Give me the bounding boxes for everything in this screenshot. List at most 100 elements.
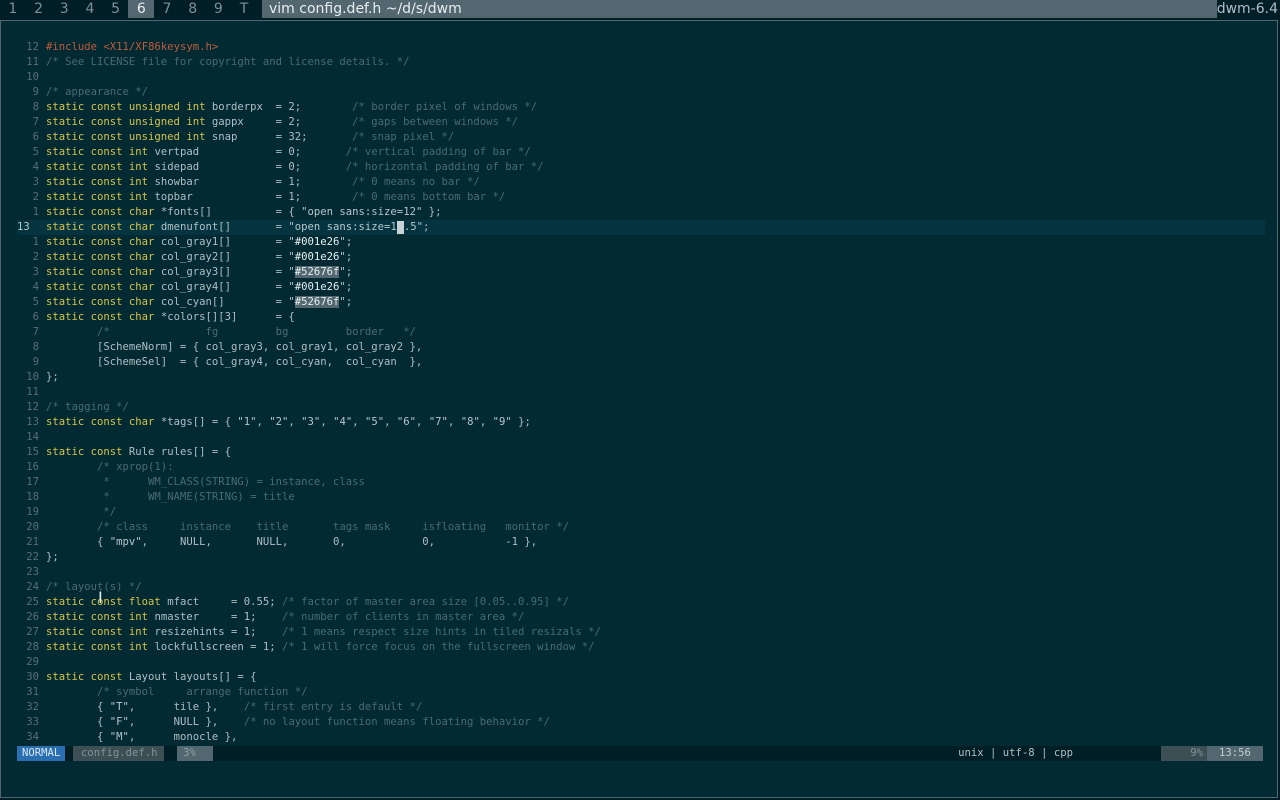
separator: | <box>990 747 997 759</box>
line-text: static const int resizehints = 1; /* 1 m… <box>46 626 601 638</box>
line-text: * WM_CLASS(STRING) = instance, class <box>46 476 365 488</box>
tag-8[interactable]: 8 <box>180 0 206 18</box>
tag-9[interactable]: 9 <box>206 0 232 18</box>
code-line[interactable]: 19 */ <box>17 505 1265 520</box>
code-line[interactable]: 28 static const int lockfullscreen = 1; /… <box>17 640 1265 655</box>
code-line[interactable]: 6 static const unsigned int snap = 32; /*… <box>17 130 1265 145</box>
line-number: 21 <box>26 536 39 548</box>
line-text: static const unsigned int borderpx = 2; … <box>46 101 538 113</box>
line-number: 6 <box>32 131 39 143</box>
tag-T[interactable]: T <box>231 0 257 18</box>
code-line[interactable]: 9 [SchemeSel] = { col_gray4, col_cyan, c… <box>17 355 1265 370</box>
code-line[interactable]: 4 static const char col_gray4[] = "#001e2… <box>17 280 1265 295</box>
code-line[interactable]: 16 /* xprop(1): <box>17 460 1265 475</box>
line-number: 6 <box>32 311 39 323</box>
tag-list: 123456789T <box>0 0 257 18</box>
code-line[interactable]: 21 { "mpv", NULL, NULL, 0, 0, -1 }, <box>17 535 1265 550</box>
code-line[interactable]: 7 /* fg bg border */ <box>17 325 1265 340</box>
code-line[interactable]: 30 static const Layout layouts[] = { <box>17 670 1265 685</box>
code-line[interactable]: 8 static const unsigned int borderpx = 2;… <box>17 100 1265 115</box>
line-number: 2 <box>32 191 39 203</box>
line-text: /* class instance title tags mask isfloa… <box>97 521 570 533</box>
tag-6[interactable]: 6 <box>128 0 155 18</box>
current-code-line[interactable]: 13 static const char dmenufont[] = "open … <box>17 220 1265 235</box>
tag-4[interactable]: 4 <box>77 0 103 18</box>
code-line[interactable]: 11 /* See LICENSE file for copyright and … <box>17 55 1265 70</box>
code-line[interactable]: 6 static const char *colors[][3] = { <box>17 310 1265 325</box>
mode-indicator: NORMAL <box>17 746 66 761</box>
code-line[interactable]: 22}; <box>17 550 1265 565</box>
line-text: static const char *tags[] = { "1", "2", … <box>46 416 531 428</box>
tag-5[interactable]: 5 <box>103 0 129 18</box>
line-number: 12 <box>26 41 39 53</box>
line-text: [SchemeNorm] = { col_gray3, col_gray1, c… <box>46 341 423 353</box>
code-line[interactable]: 13 static const char *tags[] = { "1", "2"… <box>17 415 1265 430</box>
window-title: vim config.def.h ~/d/s/dwm <box>262 0 1217 18</box>
line-number: 17 <box>26 476 39 488</box>
code-line[interactable]: 32 { "T", tile }, /* first entry is defa… <box>17 700 1265 715</box>
line-number: 5 <box>32 146 39 158</box>
line-text: static const int sidepad = 0; /* horizon… <box>46 161 544 173</box>
code-line[interactable]: 33 { "F", NULL }, /* no layout function … <box>17 715 1265 730</box>
line-text: static const Layout layouts[] = { <box>46 671 257 683</box>
line-text: static const char col_gray1[] = "#001e26… <box>46 236 353 248</box>
code-line[interactable]: 20 /* class instance title tags mask isf… <box>17 520 1265 535</box>
editor-buffer[interactable]: 12 #include <X11/XF86keysym.h> 11/* See LI… <box>17 40 1265 745</box>
line-number: 23 <box>26 566 39 578</box>
line-number: 27 <box>26 626 39 638</box>
line-number: 3 <box>32 176 39 188</box>
code-line[interactable]: 26 static const int nmaster = 1; /* numbe… <box>17 610 1265 625</box>
code-line[interactable]: 31 /* symbol arrange function */ <box>17 685 1265 700</box>
code-line[interactable]: 5 static const char col_cyan[] = "#52676f… <box>17 295 1265 310</box>
line-number: 14 <box>26 431 39 443</box>
code-line[interactable]: 12 /* tagging */ <box>17 400 1265 415</box>
code-line[interactable]: 2 static const char col_gray2[] = "#001e2… <box>17 250 1265 265</box>
code-line[interactable]: 23 <box>17 565 1265 580</box>
line-number: 11 <box>26 56 39 68</box>
code-line[interactable]: 8 [SchemeNorm] = { col_gray3, col_gray1,… <box>17 340 1265 355</box>
code-line[interactable]: 25 static const float mfact = 0.55; /* fa… <box>17 595 1265 610</box>
code-line[interactable]: 3 static const int showbar = 1; /* 0 mean… <box>17 175 1265 190</box>
code-line[interactable]: 9 /* appearance */ <box>17 85 1265 100</box>
code-line[interactable]: 24 /* layout(s) */ <box>17 580 1265 595</box>
line-number: 4 <box>32 161 39 173</box>
code-line[interactable]: 18 * WM_NAME(STRING) = title <box>17 490 1265 505</box>
code-line[interactable]: 7 static const unsigned int gappx = 2; /*… <box>17 115 1265 130</box>
code-line[interactable]: 27 static const int resizehints = 1; /* 1… <box>17 625 1265 640</box>
line-number: 3 <box>32 266 39 278</box>
code-line[interactable]: 34 { "M", monocle }, <box>17 730 1265 745</box>
code-line[interactable]: 29 <box>17 655 1265 670</box>
code-line[interactable]: 11 <box>17 385 1265 400</box>
code-line[interactable]: 2 static const int topbar = 1; /* 0 means… <box>17 190 1265 205</box>
code-line[interactable]: 15 static const Rule rules[] = { <box>17 445 1265 460</box>
line-number: 8 <box>32 341 39 353</box>
line-number: 4 <box>32 281 39 293</box>
code-line[interactable]: 12 #include <X11/XF86keysym.h> <box>17 40 1265 55</box>
tag-1[interactable]: 1 <box>0 0 26 18</box>
line-text: static const char col_gray3[] = "#52676f… <box>46 266 353 278</box>
tag-2[interactable]: 2 <box>26 0 52 18</box>
code-line[interactable]: 5 static const int vertpad = 0; /* vertic… <box>17 145 1265 160</box>
code-line[interactable]: 14 <box>17 430 1265 445</box>
line-number: 5 <box>32 296 39 308</box>
line-number: 7 <box>32 116 39 128</box>
line-text: static const float mfact = 0.55; /* fact… <box>46 596 570 608</box>
terminal-window[interactable]: 12 #include <X11/XF86keysym.h> 11/* See LI… <box>0 20 1278 798</box>
line-number: 10 <box>26 371 39 383</box>
code-line[interactable]: 1 static const char col_gray1[] = "#001e2… <box>17 235 1265 250</box>
code-line[interactable]: 10}; <box>17 370 1265 385</box>
line-text: /* appearance */ <box>46 86 149 98</box>
tag-3[interactable]: 3 <box>51 0 77 18</box>
line-text: static const char col_gray2[] = "#001e26… <box>46 251 353 263</box>
dwm-bar: 123456789T vim config.def.h ~/d/s/dwm dw… <box>0 0 1280 18</box>
code-line[interactable]: 4 static const int sidepad = 0; /* horizo… <box>17 160 1265 175</box>
line-text: /* tagging */ <box>46 401 129 413</box>
code-line[interactable]: 10 <box>17 70 1265 85</box>
tag-7[interactable]: 7 <box>154 0 180 18</box>
file-info: unix | utf-8 | cpp <box>958 746 1073 761</box>
code-line[interactable]: 3 static const char col_gray3[] = "#52676… <box>17 265 1265 280</box>
line-text: static const char col_cyan[] = "#52676f"… <box>46 296 353 308</box>
code-line[interactable]: 17 * WM_CLASS(STRING) = instance, class <box>17 475 1265 490</box>
line-text <box>39 71 46 83</box>
code-line[interactable]: 1 static const char *fonts[] = { "open sa… <box>17 205 1265 220</box>
